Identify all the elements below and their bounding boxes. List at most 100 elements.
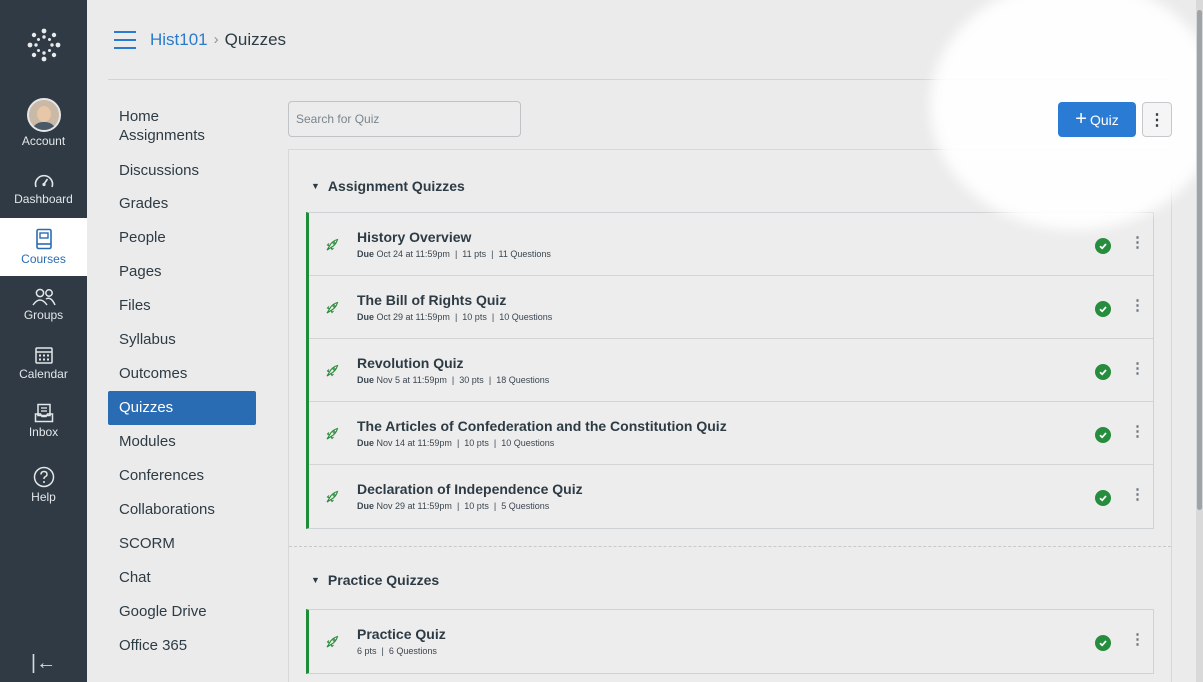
quiz-options-kebab-icon[interactable]: ⋮ bbox=[1130, 630, 1145, 648]
quiz-row[interactable]: The Bill of Rights Quiz Due Oct 29 at 11… bbox=[309, 276, 1153, 339]
nav-account-label: Account bbox=[21, 134, 66, 148]
quiz-meta: Due Oct 29 at 11:59pm | 10 pts | 10 Ques… bbox=[357, 312, 552, 322]
plus-icon: + bbox=[1075, 108, 1087, 130]
quiz-title-link[interactable]: Revolution Quiz bbox=[357, 355, 464, 371]
course-nav-conferences[interactable]: Conferences bbox=[108, 459, 256, 493]
course-nav-files[interactable]: Files bbox=[108, 289, 256, 323]
nav-help[interactable]: Help bbox=[0, 456, 87, 514]
quiz-options-kebab-icon[interactable]: ⋮ bbox=[1130, 422, 1145, 440]
due-label: Due bbox=[357, 501, 375, 511]
published-check-icon[interactable] bbox=[1095, 427, 1111, 443]
nav-dashboard[interactable]: Dashboard bbox=[0, 160, 87, 218]
due-label: Due bbox=[357, 312, 375, 322]
meta-sep: | bbox=[488, 375, 492, 385]
canvas-logo-icon[interactable] bbox=[0, 0, 87, 90]
course-nav-modules[interactable]: Modules bbox=[108, 425, 256, 459]
quiz-options-kebab-icon[interactable]: ⋮ bbox=[1130, 296, 1145, 314]
question-count: 10 Questions bbox=[501, 438, 555, 448]
nav-account[interactable]: Account bbox=[0, 94, 87, 152]
assignment-quizzes-toggle[interactable]: ▼ Assignment Quizzes bbox=[311, 178, 465, 194]
nav-courses-label: Courses bbox=[21, 252, 66, 266]
points: 30 pts bbox=[459, 375, 484, 385]
hamburger-menu-icon[interactable] bbox=[114, 30, 136, 49]
quiz-row[interactable]: History Overview Due Oct 24 at 11:59pm |… bbox=[309, 213, 1153, 276]
meta-sep: | bbox=[454, 312, 458, 322]
nav-calendar[interactable]: Calendar bbox=[0, 334, 87, 392]
quiz-options-kebab-icon[interactable]: ⋮ bbox=[1130, 233, 1145, 251]
inbox-icon bbox=[34, 403, 53, 423]
points: 10 pts bbox=[462, 312, 487, 322]
search-quiz-input[interactable] bbox=[288, 101, 521, 137]
breadcrumb-separator: › bbox=[213, 31, 219, 48]
rocket-icon bbox=[326, 364, 339, 377]
question-count: 5 Questions bbox=[501, 501, 550, 511]
collapse-nav-icon[interactable]: |← bbox=[0, 644, 87, 682]
published-check-icon[interactable] bbox=[1095, 490, 1111, 506]
course-nav-collaborations[interactable]: Collaborations bbox=[108, 493, 256, 527]
page-options-kebab-icon[interactable]: ⋮ bbox=[1142, 102, 1172, 137]
rocket-icon bbox=[326, 635, 339, 648]
meta-sep: | bbox=[491, 249, 494, 259]
quiz-row[interactable]: Declaration of Independence Quiz Due Nov… bbox=[309, 465, 1153, 528]
calendar-icon bbox=[34, 347, 53, 364]
avatar bbox=[26, 98, 61, 132]
add-quiz-button[interactable]: + Quiz bbox=[1058, 102, 1136, 137]
quiz-options-kebab-icon[interactable]: ⋮ bbox=[1130, 485, 1145, 503]
quiz-meta: Due Nov 29 at 11:59pm | 10 pts | 5 Quest… bbox=[357, 501, 549, 511]
nav-groups-label: Groups bbox=[23, 308, 64, 322]
speedometer-icon bbox=[34, 174, 53, 188]
nav-help-label: Help bbox=[31, 490, 56, 504]
course-nav-assignments[interactable]: Assignments bbox=[108, 120, 256, 152]
quiz-row[interactable]: The Articles of Confederation and the Co… bbox=[309, 402, 1153, 465]
quiz-row[interactable]: Revolution Quiz Due Nov 5 at 11:59pm | 3… bbox=[309, 339, 1153, 402]
quiz-options-kebab-icon[interactable]: ⋮ bbox=[1130, 359, 1145, 377]
practice-quizzes-toggle[interactable]: ▼ Practice Quizzes bbox=[311, 572, 439, 588]
course-nav-discussions[interactable]: Discussions bbox=[108, 154, 256, 188]
course-nav-quizzes[interactable]: Quizzes bbox=[108, 391, 256, 425]
published-check-icon[interactable] bbox=[1095, 238, 1111, 254]
meta-sep: | bbox=[381, 646, 384, 656]
breadcrumb-course-link[interactable]: Hist101 bbox=[150, 30, 208, 50]
book-icon bbox=[35, 228, 52, 250]
nav-inbox-label: Inbox bbox=[28, 425, 59, 439]
due-label: Due bbox=[357, 375, 375, 385]
quiz-title-link[interactable]: Declaration of Independence Quiz bbox=[357, 481, 583, 497]
course-nav-outcomes[interactable]: Outcomes bbox=[108, 357, 256, 391]
quiz-row[interactable]: Practice Quiz 6 pts | 6 Questions ⋮ bbox=[309, 610, 1153, 673]
course-nav-syllabus[interactable]: Syllabus bbox=[108, 323, 256, 357]
course-nav-scorm[interactable]: SCORM bbox=[108, 527, 256, 561]
course-nav-google-drive[interactable]: Google Drive bbox=[108, 595, 256, 629]
due-date: Oct 24 at 11:59pm bbox=[376, 249, 450, 259]
question-count: 10 Questions bbox=[499, 312, 553, 322]
course-nav-pages[interactable]: Pages bbox=[108, 255, 256, 289]
points: 6 pts bbox=[357, 646, 377, 656]
quiz-meta: 6 pts | 6 Questions bbox=[357, 646, 437, 656]
rocket-icon bbox=[326, 301, 339, 314]
caret-down-icon: ▼ bbox=[311, 575, 320, 585]
question-count: 6 Questions bbox=[388, 646, 437, 656]
scrollbar-thumb[interactable] bbox=[1197, 10, 1202, 510]
course-nav-grades[interactable]: Grades bbox=[108, 187, 256, 221]
quiz-title-link[interactable]: The Bill of Rights Quiz bbox=[357, 292, 506, 308]
due-date: Nov 5 at 11:59pm bbox=[376, 375, 447, 385]
due-date: Nov 14 at 11:59pm bbox=[376, 438, 452, 448]
nav-inbox[interactable]: Inbox bbox=[0, 392, 87, 450]
course-nav-office-365[interactable]: Office 365 bbox=[108, 629, 256, 663]
nav-calendar-label: Calendar bbox=[19, 367, 68, 381]
published-check-icon[interactable] bbox=[1095, 301, 1111, 317]
nav-groups[interactable]: Groups bbox=[0, 276, 87, 334]
quiz-meta: Due Oct 24 at 11:59pm | 11 pts | 11 Ques… bbox=[357, 249, 551, 259]
meta-sep: | bbox=[491, 312, 495, 322]
course-nav-people[interactable]: People bbox=[108, 221, 256, 255]
meta-sep: | bbox=[493, 438, 497, 448]
quiz-title-link[interactable]: Practice Quiz bbox=[357, 626, 446, 642]
quiz-title-link[interactable]: History Overview bbox=[357, 229, 471, 245]
published-check-icon[interactable] bbox=[1095, 635, 1111, 651]
nav-courses[interactable]: Courses bbox=[0, 218, 87, 276]
published-check-icon[interactable] bbox=[1095, 364, 1111, 380]
points: 10 pts bbox=[464, 438, 489, 448]
question-count: 18 Questions bbox=[496, 375, 550, 385]
meta-sep: | bbox=[451, 375, 455, 385]
course-nav-chat[interactable]: Chat bbox=[108, 561, 256, 595]
quiz-title-link[interactable]: The Articles of Confederation and the Co… bbox=[357, 418, 727, 434]
